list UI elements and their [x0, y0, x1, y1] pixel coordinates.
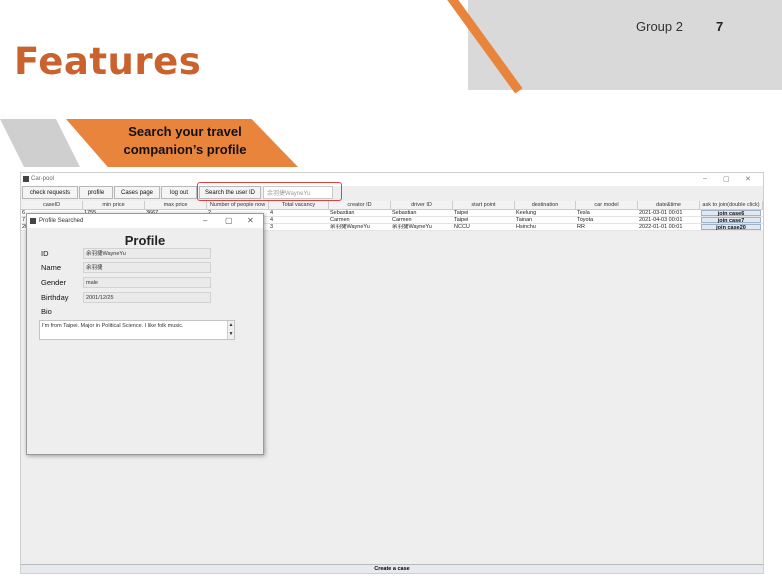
profile-heading: Profile: [124, 233, 166, 248]
name-label: Name: [41, 263, 62, 272]
cell-vacancy: 4: [270, 217, 274, 223]
column-header[interactable]: Number of people now: [207, 201, 269, 209]
cell-creator-id: 余羽捷WayneYu: [330, 224, 370, 230]
table-header: caseID min price max price Number of peo…: [21, 201, 763, 210]
dialog-title: Profile Searched: [39, 218, 84, 224]
bio-scrollbar[interactable]: ▲ ▼: [227, 321, 234, 339]
cell-datetime: 2021-03-01 00:01: [639, 210, 683, 216]
cell-car-model: Tesla: [577, 210, 590, 216]
cell-start-point: NCCU: [454, 224, 470, 230]
cell-datetime: 2021-04-03 00:01: [639, 217, 683, 223]
cell-destination: Hsinchu: [516, 224, 536, 230]
dialog-titlebar: Profile Searched – ▢ ✕: [27, 214, 263, 228]
close-icon[interactable]: ✕: [745, 175, 751, 183]
join-case-button[interactable]: join case7: [701, 217, 761, 224]
header-band: [468, 0, 782, 90]
gender-label: Gender: [41, 278, 67, 287]
column-header[interactable]: destination: [515, 201, 576, 209]
dialog-icon: [30, 218, 36, 224]
cell-start-point: Taipei: [454, 217, 469, 223]
scroll-up-icon[interactable]: ▲: [228, 321, 234, 330]
bio-text: I'm from Taipei. Major in Political Scie…: [42, 323, 184, 329]
id-label: ID: [41, 249, 49, 258]
cell-car-model: RR: [577, 224, 585, 230]
maximize-icon[interactable]: ▢: [723, 175, 730, 183]
column-header[interactable]: ask to join(double click): [700, 201, 763, 209]
create-case-button[interactable]: Create a case: [21, 564, 763, 573]
search-highlight-outline: [197, 182, 342, 201]
bio-textarea[interactable]: I'm from Taipei. Major in Political Scie…: [39, 320, 235, 340]
cases-page-button[interactable]: Cases page: [114, 186, 160, 199]
column-header[interactable]: creator ID: [329, 201, 391, 209]
slide-title: Features: [14, 40, 202, 83]
minimize-icon[interactable]: –: [703, 175, 707, 182]
column-header[interactable]: start point: [453, 201, 515, 209]
column-header[interactable]: Total vacancy: [269, 201, 329, 209]
maximize-icon[interactable]: ▢: [225, 216, 233, 225]
cell-driver-id: 余羽捷WayneYu: [392, 224, 432, 230]
gender-field: male: [83, 277, 211, 288]
minimize-icon[interactable]: –: [203, 216, 207, 225]
cell-driver-id: Sebastian: [392, 210, 417, 216]
column-header[interactable]: caseID: [21, 201, 83, 209]
check-requests-button[interactable]: check requests: [22, 186, 78, 199]
name-field: 余羽捷: [83, 262, 211, 273]
cell-destination: Tainan: [516, 217, 533, 223]
birthday-label: Birthday: [41, 293, 69, 302]
cell-start-point: Taipei: [454, 210, 469, 216]
column-header[interactable]: car model: [576, 201, 638, 209]
cell-vacancy: 3: [270, 224, 274, 230]
bio-label: Bio: [41, 307, 52, 316]
cell-car-model: Toyota: [577, 217, 594, 223]
id-field: 余羽捷WayneYu: [83, 248, 211, 259]
column-header[interactable]: max price: [145, 201, 207, 209]
cell-driver-id: Carmen: [392, 217, 412, 223]
group-label: Group 2: [636, 19, 683, 34]
slide-number: 7: [716, 19, 724, 34]
grey-shape: [0, 119, 80, 167]
cell-datetime: 2022-01-01 00:01: [639, 224, 683, 230]
column-header[interactable]: date&time: [638, 201, 700, 209]
scroll-down-icon[interactable]: ▼: [228, 330, 234, 339]
banner-line-1: Search your travel: [128, 124, 242, 139]
join-case-button[interactable]: join case6: [701, 210, 761, 217]
cell-creator-id: Carmen: [330, 217, 350, 223]
cell-creator-id: Sebastian: [330, 210, 355, 216]
app-icon: [23, 176, 29, 182]
app-title: Car-pool: [31, 176, 55, 182]
close-icon[interactable]: ✕: [247, 216, 254, 225]
column-header[interactable]: driver ID: [391, 201, 453, 209]
cell-destination: Keelung: [516, 210, 537, 216]
join-case-button[interactable]: join case20: [701, 224, 761, 231]
app-titlebar: Car-pool – ▢ ✕: [21, 173, 763, 186]
column-header[interactable]: min price: [83, 201, 145, 209]
banner-line-2: companion’s profile: [123, 142, 247, 157]
profile-button[interactable]: profile: [79, 186, 113, 199]
profile-searched-dialog: Profile Searched – ▢ ✕ Profile ID 余羽捷Way…: [26, 213, 264, 455]
feature-banner-text: Search your travel companion’s profile: [100, 123, 270, 159]
birthday-field: 2001/12/25: [83, 292, 211, 303]
log-out-button[interactable]: log out: [161, 186, 197, 199]
toolbar: check requests profile Cases page log ou…: [21, 186, 763, 200]
cell-vacancy: 4: [270, 210, 274, 216]
